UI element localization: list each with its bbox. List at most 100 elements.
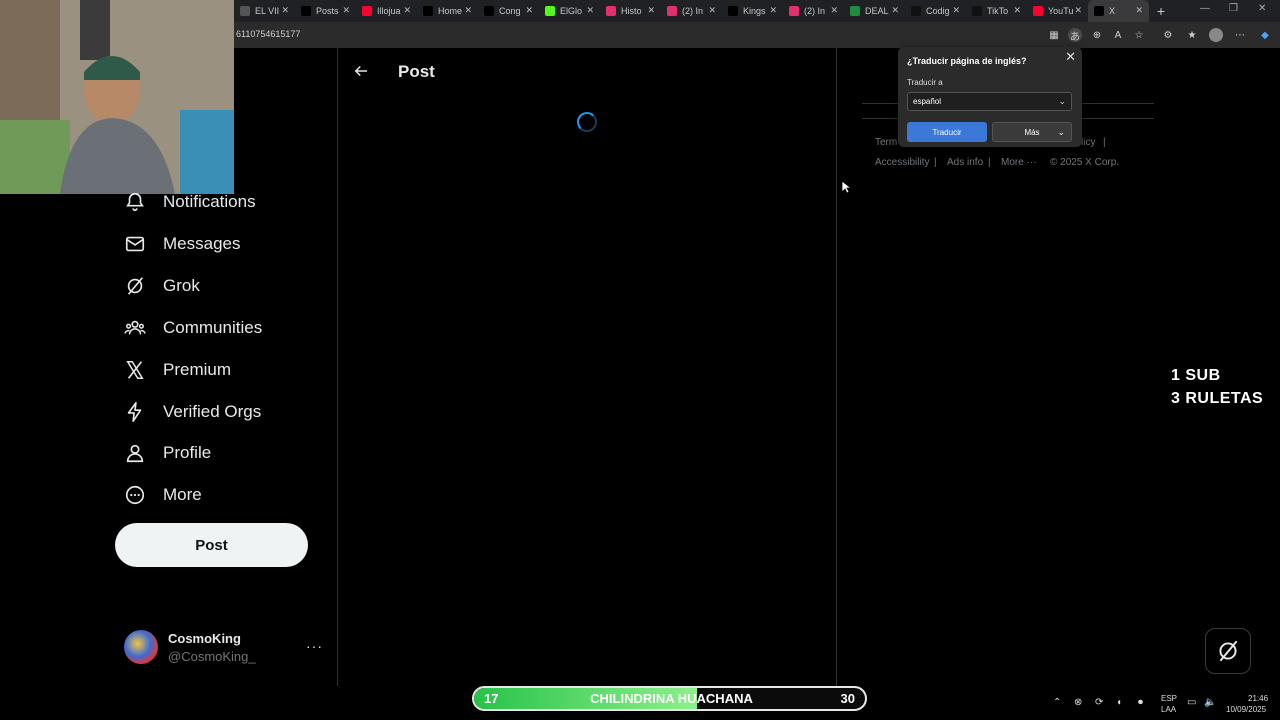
tab-close-icon[interactable]: ✕ xyxy=(403,5,411,16)
browser-tabs: EL VII ✕ Posts ✕ Illojua ✕ Home ✕ Cong ✕ ElGlo ✕ His… xyxy=(234,0,1149,22)
spreadsheet-icon xyxy=(850,6,860,16)
extensions-icon[interactable]: ⚙ xyxy=(1161,28,1175,42)
tab-close-icon[interactable]: ✕ xyxy=(952,5,960,16)
browser-tab[interactable]: (2) In ✕ xyxy=(661,0,722,22)
x-logo-icon xyxy=(484,6,494,16)
browser-tab[interactable]: Cong ✕ xyxy=(478,0,539,22)
volume-icon[interactable]: 🔈 xyxy=(1204,697,1216,708)
browser-tab[interactable]: X ✕ xyxy=(1088,0,1149,22)
footer-link-policy[interactable]: licy xyxy=(1081,137,1095,148)
tab-close-icon[interactable]: ✕ xyxy=(708,5,716,16)
browser-tab[interactable]: Illojua ✕ xyxy=(356,0,417,22)
more-circle-icon xyxy=(125,485,145,505)
account-switcher[interactable]: CosmoKing @CosmoKing_ ··· xyxy=(124,630,324,666)
translate-more-button[interactable]: Más ⌄ xyxy=(992,122,1072,142)
goal-target: 30 xyxy=(840,691,855,706)
account-more-button[interactable]: ··· xyxy=(306,638,323,654)
tab-close-icon[interactable]: ✕ xyxy=(1013,5,1021,16)
tab-close-icon[interactable]: ✕ xyxy=(1135,5,1143,16)
nav-communities[interactable]: Communities xyxy=(124,313,262,343)
url-field[interactable]: 6110754615177 xyxy=(236,29,300,39)
nav-label: Communities xyxy=(163,318,263,337)
footer-link-terms[interactable]: Term xyxy=(875,137,897,148)
maximize-button[interactable]: ❐ xyxy=(1229,3,1238,14)
nav-more[interactable]: More xyxy=(124,480,202,510)
microphone-icon[interactable]: ⏺ xyxy=(1138,697,1143,708)
footer-link-accessibility[interactable]: Accessibility xyxy=(875,157,929,168)
tab-close-icon[interactable]: ✕ xyxy=(1074,5,1082,16)
chevron-down-icon: ⌄ xyxy=(1057,127,1065,137)
tab-label: Cong xyxy=(499,6,521,16)
tab-close-icon[interactable]: ✕ xyxy=(281,5,289,16)
browser-tab[interactable]: ElGlo ✕ xyxy=(539,0,600,22)
browser-tab[interactable]: EL VII ✕ xyxy=(234,0,295,22)
nav-messages[interactable]: Messages xyxy=(124,229,240,259)
post-button[interactable]: Post xyxy=(115,523,308,567)
tab-label: Kings xyxy=(743,6,766,16)
instagram-icon xyxy=(606,6,616,16)
browser-tab[interactable]: YouTu ✕ xyxy=(1027,0,1088,22)
tab-close-icon[interactable]: ✕ xyxy=(586,5,594,16)
avatar xyxy=(124,630,158,664)
tab-close-icon[interactable]: ✕ xyxy=(830,5,838,16)
account-handle: @CosmoKing_ xyxy=(168,649,256,664)
network-icon[interactable]: ⊗ xyxy=(1074,697,1082,708)
tab-close-icon[interactable]: ✕ xyxy=(769,5,777,16)
tab-label: Codig xyxy=(926,6,950,16)
favorite-star-icon[interactable]: ☆ xyxy=(1132,28,1146,42)
grok-floating-button[interactable] xyxy=(1205,628,1251,674)
nav-grok[interactable]: Grok xyxy=(124,271,200,301)
minimize-button[interactable]: — xyxy=(1200,3,1210,14)
browser-tab[interactable]: (2) In ✕ xyxy=(783,0,844,22)
x-logo-icon xyxy=(301,6,311,16)
sync-icon[interactable]: ⟳ xyxy=(1095,697,1103,708)
nav-profile[interactable]: Profile xyxy=(124,438,211,468)
tray-chevron-up-icon[interactable]: ⌃ xyxy=(1053,697,1061,708)
browser-tab[interactable]: DEAL ✕ xyxy=(844,0,905,22)
browser-tab[interactable]: Kings ✕ xyxy=(722,0,783,22)
nav-notifications[interactable]: Notifications xyxy=(124,187,256,217)
favorites-icon[interactable]: ★ xyxy=(1185,28,1199,42)
nav-premium[interactable]: Premium xyxy=(124,355,231,385)
close-icon[interactable]: ✕ xyxy=(1065,49,1076,65)
nav-verified-orgs[interactable]: Verified Orgs xyxy=(124,397,261,427)
instagram-icon xyxy=(789,6,799,16)
browser-tab[interactable]: Codig ✕ xyxy=(905,0,966,22)
clock-time[interactable]: 21:46 xyxy=(1248,694,1268,703)
tab-close-icon[interactable]: ✕ xyxy=(647,5,655,16)
tab-close-icon[interactable]: ✕ xyxy=(525,5,533,16)
tab-close-icon[interactable]: ✕ xyxy=(891,5,899,16)
settings-more-icon[interactable]: ⋯ xyxy=(1233,28,1247,42)
close-window-button[interactable]: ✕ xyxy=(1258,3,1266,14)
tab-label: Histo xyxy=(621,6,642,16)
browser-tab[interactable]: Histo ✕ xyxy=(600,0,661,22)
tab-label: X xyxy=(1109,6,1116,16)
footer-link-more[interactable]: More ··· xyxy=(1001,157,1037,168)
goal-title: CHILINDRINA HUACHANA xyxy=(590,691,753,706)
app-tray-icon[interactable]: ◖ xyxy=(1116,697,1122,708)
tab-label: (2) In xyxy=(804,6,826,16)
back-arrow-icon[interactable] xyxy=(352,62,370,80)
profile-avatar-icon[interactable] xyxy=(1209,28,1223,42)
tab-close-icon[interactable]: ✕ xyxy=(342,5,350,16)
apps-icon[interactable]: ▦ xyxy=(1047,28,1061,42)
input-language[interactable]: ESP xyxy=(1161,694,1177,703)
nav-label: Messages xyxy=(163,234,241,253)
x-logo-icon xyxy=(126,361,144,379)
display-icon[interactable]: ▭ xyxy=(1187,697,1196,708)
footer-link-ads-info[interactable]: Ads info xyxy=(947,157,983,168)
copilot-icon[interactable]: ◆ xyxy=(1258,28,1272,42)
translate-button[interactable]: Traducir xyxy=(907,122,987,142)
read-aloud-icon[interactable]: A xyxy=(1111,28,1125,42)
tab-label: TikTo xyxy=(987,6,1009,16)
browser-tab[interactable]: Posts ✕ xyxy=(295,0,356,22)
translate-icon[interactable]: あ xyxy=(1068,28,1082,43)
language-select[interactable]: español ⌄ xyxy=(907,92,1072,111)
new-tab-button[interactable]: + xyxy=(1149,0,1173,22)
browser-tab[interactable]: Home ✕ xyxy=(417,0,478,22)
tab-close-icon[interactable]: ✕ xyxy=(464,5,472,16)
zoom-icon[interactable]: ⊕ xyxy=(1090,28,1104,42)
browser-tab[interactable]: TikTo ✕ xyxy=(966,0,1027,22)
mouse-cursor-icon xyxy=(841,180,851,194)
tab-label: YouTu xyxy=(1048,6,1074,16)
